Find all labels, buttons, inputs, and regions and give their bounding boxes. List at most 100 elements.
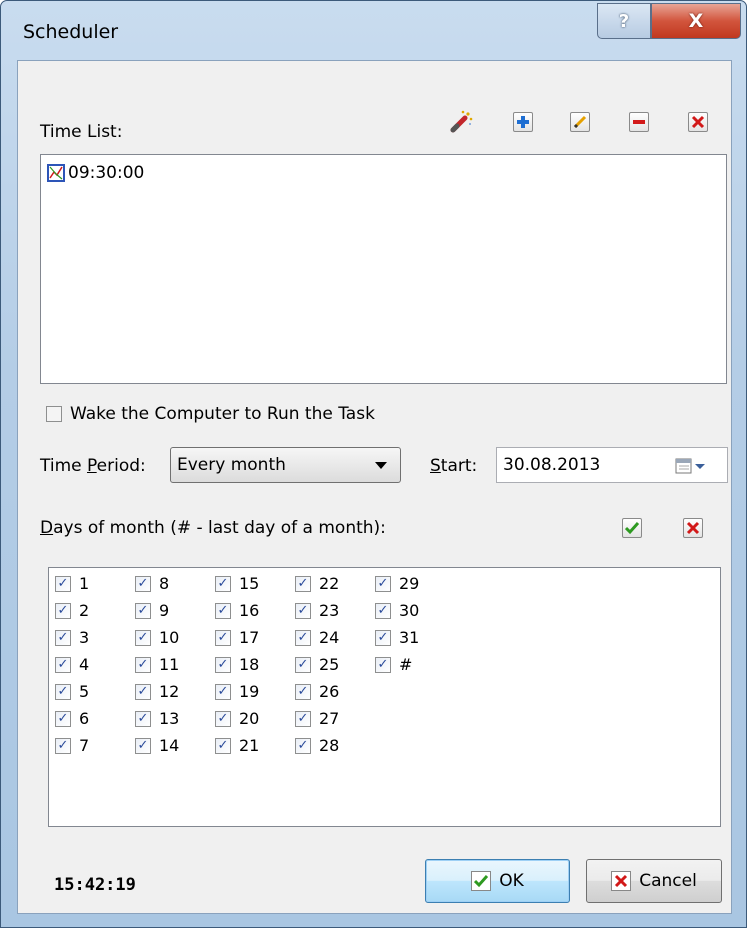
day-checkbox[interactable]: ✓ (215, 683, 231, 700)
start-date-picker[interactable]: 30.08.2013 (496, 447, 728, 483)
day-label: 19 (239, 682, 260, 701)
day-checkbox[interactable]: ✓ (295, 575, 311, 592)
day-checkbox[interactable]: ✓ (375, 629, 391, 646)
day-checkbox[interactable]: ✓ (55, 737, 71, 754)
day-checkbox[interactable]: ✓ (215, 575, 231, 592)
day-item[interactable]: ✓ 19 (215, 682, 259, 701)
time-item-label: 09:30:00 (68, 163, 145, 183)
day-checkbox[interactable]: ✓ (375, 575, 391, 592)
title-bar[interactable]: Scheduler ? X (1, 1, 746, 59)
day-checkbox[interactable]: ✓ (55, 710, 71, 727)
check-all-button[interactable] (617, 513, 647, 543)
day-item[interactable]: ✓ 12 (135, 682, 179, 701)
day-item[interactable]: ✓ 11 (135, 655, 179, 674)
dialog-client-area: Time List: 09:30:00 Wake the Computer to… (17, 60, 732, 914)
day-item[interactable]: ✓ 23 (295, 601, 339, 620)
time-list[interactable]: 09:30:00 (40, 154, 727, 384)
day-item[interactable]: ✓ 29 (375, 574, 419, 593)
day-checkbox[interactable]: ✓ (295, 629, 311, 646)
day-item[interactable]: ✓ 13 (135, 709, 179, 728)
day-item[interactable]: ✓ 17 (215, 628, 259, 647)
day-item[interactable]: ✓ 1 (55, 574, 89, 593)
day-item[interactable]: ✓ 20 (215, 709, 259, 728)
time-list-item[interactable]: 09:30:00 (47, 163, 144, 183)
day-checkbox[interactable]: ✓ (375, 656, 391, 673)
day-checkbox[interactable]: ✓ (135, 683, 151, 700)
add-time-button[interactable] (508, 107, 538, 137)
day-item[interactable]: ✓ 3 (55, 628, 89, 647)
day-item[interactable]: ✓ 9 (135, 601, 169, 620)
day-checkbox[interactable]: ✓ (215, 602, 231, 619)
day-item[interactable]: ✓ 25 (295, 655, 339, 674)
day-checkbox[interactable]: ✓ (135, 737, 151, 754)
day-checkbox[interactable]: ✓ (135, 710, 151, 727)
day-label: 21 (239, 736, 260, 755)
day-label: 23 (319, 601, 340, 620)
day-checkbox[interactable]: ✓ (135, 656, 151, 673)
day-item[interactable]: ✓ 4 (55, 655, 89, 674)
day-label: 15 (239, 574, 260, 593)
day-label: 4 (79, 655, 90, 674)
day-checkbox[interactable]: ✓ (375, 602, 391, 619)
day-checkbox[interactable]: ✓ (215, 656, 231, 673)
day-checkbox[interactable]: ✓ (215, 629, 231, 646)
scheduler-window: Scheduler ? X Time List: 09:30:00 Wake t… (0, 0, 747, 928)
day-item[interactable]: ✓ 14 (135, 736, 179, 755)
day-checkbox[interactable]: ✓ (55, 656, 71, 673)
day-item[interactable]: ✓ 27 (295, 709, 339, 728)
day-item[interactable]: ✓ 30 (375, 601, 419, 620)
calendar-dropdown-icon[interactable] (675, 457, 711, 475)
day-item[interactable]: ✓ 15 (215, 574, 259, 593)
day-checkbox[interactable]: ✓ (215, 737, 231, 754)
day-label: 2 (79, 601, 90, 620)
day-checkbox[interactable]: ✓ (55, 602, 71, 619)
time-list-label: Time List: (40, 122, 123, 142)
day-label: 31 (399, 628, 420, 647)
day-checkbox[interactable]: ✓ (295, 710, 311, 727)
day-item[interactable]: ✓ 18 (215, 655, 259, 674)
day-checkbox[interactable]: ✓ (135, 575, 151, 592)
day-checkbox[interactable]: ✓ (135, 629, 151, 646)
day-item[interactable]: ✓ 31 (375, 628, 419, 647)
day-checkbox[interactable]: ✓ (55, 629, 71, 646)
remove-time-button[interactable] (624, 107, 654, 137)
edit-time-button[interactable] (565, 107, 595, 137)
time-period-dropdown[interactable]: Every month (170, 447, 401, 483)
day-item[interactable]: ✓ 8 (135, 574, 169, 593)
day-label: 28 (319, 736, 340, 755)
help-button[interactable]: ? (597, 3, 651, 39)
day-item[interactable]: ✓ 10 (135, 628, 179, 647)
current-time-clock: 15:42:19 (54, 875, 136, 895)
ok-button[interactable]: OK (425, 859, 570, 903)
close-button[interactable]: X (651, 3, 741, 39)
clear-time-button[interactable] (683, 107, 713, 137)
day-item[interactable]: ✓ 6 (55, 709, 89, 728)
day-item[interactable]: ✓ 22 (295, 574, 339, 593)
wake-computer-checkbox[interactable]: Wake the Computer to Run the Task (46, 404, 375, 424)
day-item[interactable]: ✓ 5 (55, 682, 89, 701)
cancel-icon (611, 871, 632, 891)
day-checkbox[interactable]: ✓ (295, 737, 311, 754)
day-item[interactable]: ✓ 16 (215, 601, 259, 620)
day-item[interactable]: ✓ 26 (295, 682, 339, 701)
wake-checkbox-box[interactable] (46, 406, 62, 422)
day-checkbox[interactable]: ✓ (135, 602, 151, 619)
day-item[interactable]: ✓ # (375, 655, 412, 674)
day-checkbox[interactable]: ✓ (215, 710, 231, 727)
day-checkbox[interactable]: ✓ (295, 683, 311, 700)
day-item[interactable]: ✓ 7 (55, 736, 89, 755)
time-period-value: Every month (177, 455, 286, 475)
day-label: 8 (159, 574, 170, 593)
day-item[interactable]: ✓ 24 (295, 628, 339, 647)
day-label: 6 (79, 709, 90, 728)
cancel-button[interactable]: Cancel (586, 859, 722, 903)
day-item[interactable]: ✓ 21 (215, 736, 259, 755)
day-checkbox[interactable]: ✓ (295, 602, 311, 619)
day-checkbox[interactable]: ✓ (55, 575, 71, 592)
uncheck-all-button[interactable] (678, 513, 708, 543)
day-checkbox[interactable]: ✓ (295, 656, 311, 673)
day-checkbox[interactable]: ✓ (55, 683, 71, 700)
day-item[interactable]: ✓ 28 (295, 736, 339, 755)
wizard-button[interactable] (446, 107, 476, 137)
day-item[interactable]: ✓ 2 (55, 601, 89, 620)
